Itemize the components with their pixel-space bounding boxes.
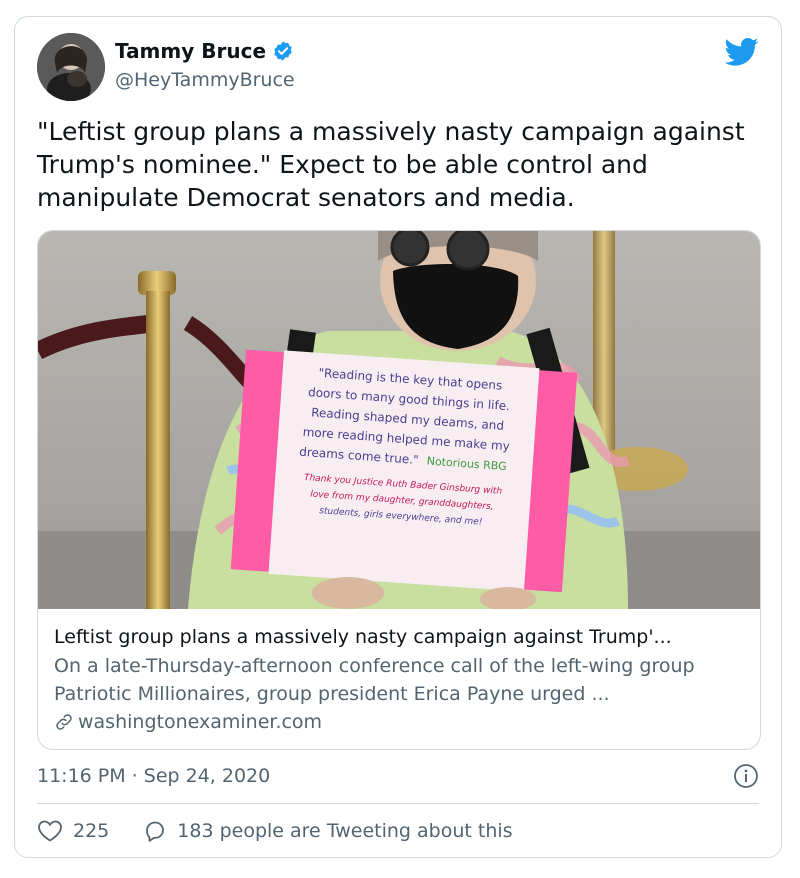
link-preview-card[interactable]: "Reading is the key that opens doors to … [37,230,761,750]
link-icon [56,714,72,730]
author-handle[interactable]: @HeyTammyBruce [115,69,295,91]
link-title[interactable]: Leftist group plans a massively nasty ca… [54,623,746,651]
avatar[interactable] [37,33,105,101]
article-photo[interactable]: "Reading is the key that opens doors to … [38,231,760,609]
tweet-text: "Leftist group plans a massively nasty c… [37,117,745,212]
heart-icon [38,820,62,842]
verified-badge-icon [274,41,292,61]
tweet-timestamp[interactable]: 11:16 PM · Sep 24, 2020 [37,765,270,787]
tweet-card: Tammy Bruce @HeyTammyBruce "Leftist grou… [14,16,782,858]
conversation-text: 183 people are Tweeting about this [177,820,513,842]
author-name-row[interactable]: Tammy Bruce [115,39,294,63]
link-description: On a late-Thursday-afternoon conference … [54,655,695,705]
like-button[interactable]: 225 [37,819,109,843]
link-domain[interactable]: washingtonexaminer.com [78,708,322,736]
info-icon[interactable] [733,763,759,789]
author-name[interactable]: Tammy Bruce [115,39,266,63]
reply-bubble-icon [146,821,165,842]
tweet-actions: 225 183 people are Tweeting about this [37,819,513,843]
twitter-bird-icon[interactable] [725,37,759,67]
like-count: 225 [73,820,110,842]
reply-conversation-button[interactable]: 183 people are Tweeting about this [143,819,513,843]
link-domain-row[interactable]: washingtonexaminer.com [54,708,746,736]
divider [37,803,759,804]
link-preview-text[interactable]: Leftist group plans a massively nasty ca… [54,623,746,736]
